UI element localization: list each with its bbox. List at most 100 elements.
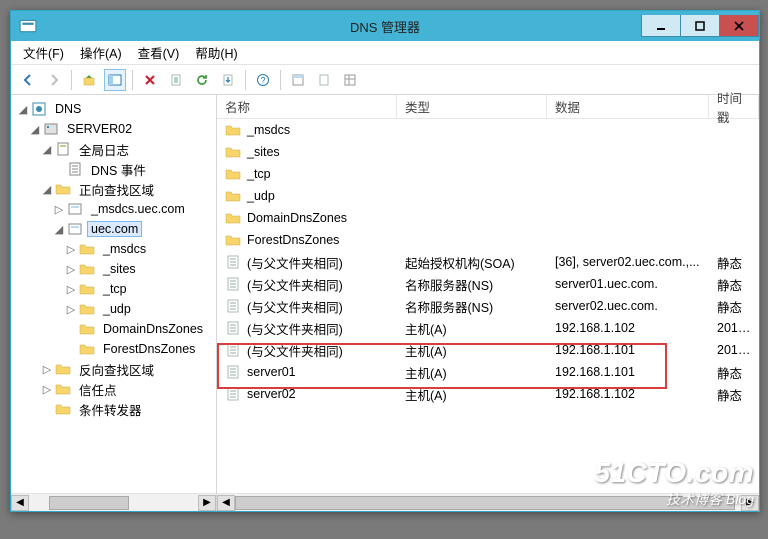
scroll-thumb[interactable] [49,496,129,510]
col-data[interactable]: 数据 [547,95,709,118]
tree-global-log[interactable]: ◢全局日志 [11,139,216,159]
folder-icon [55,181,71,197]
cell-timestamp: 静态 [709,275,759,294]
tree-sub-msdcs[interactable]: ▷_msdcs [11,239,216,259]
cell-type: 主机(A) [397,363,547,382]
filter-button-3[interactable] [339,69,361,91]
cell-type: 主机(A) [397,385,547,404]
window-title: DNS 管理器 [350,17,420,36]
tree-view[interactable]: ◢DNS ◢SERVER02 ◢全局日志 DNS 事件 ◢正向查找区域 ▷_ms… [11,95,216,493]
menu-help[interactable]: 帮助(H) [187,40,245,65]
menu-file[interactable]: 文件(F) [15,40,72,65]
cell-name: _udp [247,189,275,203]
cell-name: _tcp [247,167,271,181]
list-row[interactable]: (与父文件夹相同)名称服务器(NS)server02.uec.com.静态 [217,295,759,317]
zone-icon [67,201,83,217]
scroll-left-button[interactable]: ◀ [11,495,29,511]
help-button[interactable]: ? [252,69,274,91]
minimize-button[interactable] [641,15,681,37]
cell-name: _sites [247,145,280,159]
tree-forward-zones[interactable]: ◢正向查找区域 [11,179,216,199]
cell-type: 名称服务器(NS) [397,297,547,316]
tree-root-dns[interactable]: ◢DNS [11,99,216,119]
cell-timestamp: 静态 [709,297,759,316]
cell-timestamp: 静态 [709,363,759,382]
tree-server[interactable]: ◢SERVER02 [11,119,216,139]
menubar: 文件(F) 操作(A) 查看(V) 帮助(H) [11,41,759,65]
back-button[interactable] [17,69,39,91]
list-row[interactable]: ForestDnsZones [217,229,759,251]
folder-icon [225,144,241,160]
show-hide-button[interactable] [104,69,126,91]
folder-icon [225,166,241,182]
cell-data: 192.168.1.102 [547,321,709,335]
list-row[interactable]: _tcp [217,163,759,185]
cell-name: (与父文件夹相同) [247,319,343,338]
list-scroll-left-button[interactable]: ◀ [217,495,235,511]
list-body[interactable]: _msdcs _sites _tcp _udp DomainDnsZonesForest… [217,119,759,493]
cell-data: 192.168.1.102 [547,387,709,401]
titlebar: DNS 管理器 [11,11,759,41]
menu-action[interactable]: 操作(A) [72,40,130,65]
tree-pane: ◢DNS ◢SERVER02 ◢全局日志 DNS 事件 ◢正向查找区域 ▷_ms… [11,95,217,511]
folder-icon [55,381,71,397]
tree-zone-msdcs[interactable]: ▷_msdcs.uec.com [11,199,216,219]
folder-icon [79,241,95,257]
list-row[interactable]: (与父文件夹相同)主机(A)192.168.1.1022015/4/1 [217,317,759,339]
tree-zone-uec[interactable]: ◢uec.com [11,219,216,239]
scroll-right-button[interactable]: ▶ [198,495,216,511]
list-row[interactable]: server01主机(A)192.168.1.101静态 [217,361,759,383]
maximize-button[interactable] [680,15,720,37]
tree-reverse-zones[interactable]: ▷反向查找区域 [11,359,216,379]
tree-conditional-fwd[interactable]: 条件转发器 [11,399,216,419]
col-timestamp[interactable]: 时间戳 [709,95,759,118]
tree-dns-events[interactable]: DNS 事件 [11,159,216,179]
properties-button[interactable] [165,69,187,91]
cell-timestamp: 静态 [709,253,759,272]
record-icon [225,254,241,270]
dns-manager-window: DNS 管理器 文件(F) 操作(A) 查看(V) 帮助(H) ? [10,10,760,512]
list-row[interactable]: (与父文件夹相同)名称服务器(NS)server01.uec.com.静态 [217,273,759,295]
list-row[interactable]: DomainDnsZones [217,207,759,229]
tree-sub-udp[interactable]: ▷_udp [11,299,216,319]
refresh-button[interactable] [191,69,213,91]
tree-sub-tcp[interactable]: ▷_tcp [11,279,216,299]
list-scroll-right-button[interactable]: ▶ [741,495,759,511]
list-header: 名称 类型 数据 时间戳 [217,95,759,119]
record-icon [225,386,241,402]
filter-button-1[interactable] [287,69,309,91]
filter-button-2[interactable] [313,69,335,91]
col-name[interactable]: 名称 [217,95,397,118]
menu-view[interactable]: 查看(V) [130,40,188,65]
list-scroll-thumb[interactable] [235,496,735,510]
up-button[interactable] [78,69,100,91]
server-icon [43,121,59,137]
list-row[interactable]: _sites [217,141,759,163]
list-row[interactable]: _udp [217,185,759,207]
record-icon [225,364,241,380]
cell-name: (与父文件夹相同) [247,341,343,360]
close-button[interactable] [719,15,759,37]
tree-sub-ddz[interactable]: DomainDnsZones [11,319,216,339]
folder-icon [225,122,241,138]
tree-sub-sites[interactable]: ▷_sites [11,259,216,279]
record-icon [225,320,241,336]
list-row[interactable]: server02主机(A)192.168.1.102静态 [217,383,759,405]
list-row[interactable]: (与父文件夹相同)主机(A)192.168.1.1012015/4/1 [217,339,759,361]
cell-data: [36], server02.uec.com.,... [547,255,709,269]
export-button[interactable] [217,69,239,91]
col-type[interactable]: 类型 [397,95,547,118]
folder-icon [55,361,71,377]
forward-button[interactable] [43,69,65,91]
list-row[interactable]: (与父文件夹相同)起始授权机构(SOA)[36], server02.uec.c… [217,251,759,273]
tree-hscrollbar[interactable]: ◀ ▶ [11,493,216,511]
folder-icon [225,232,241,248]
folder-icon [79,301,95,317]
delete-button[interactable] [139,69,161,91]
tree-trust-points[interactable]: ▷信任点 [11,379,216,399]
event-icon [67,161,83,177]
tree-sub-fdz[interactable]: ForestDnsZones [11,339,216,359]
list-pane: 名称 类型 数据 时间戳 _msdcs _sites _tcp _udp DomainD… [217,95,759,511]
list-row[interactable]: _msdcs [217,119,759,141]
list-hscrollbar[interactable]: ◀ ▶ [217,493,759,511]
